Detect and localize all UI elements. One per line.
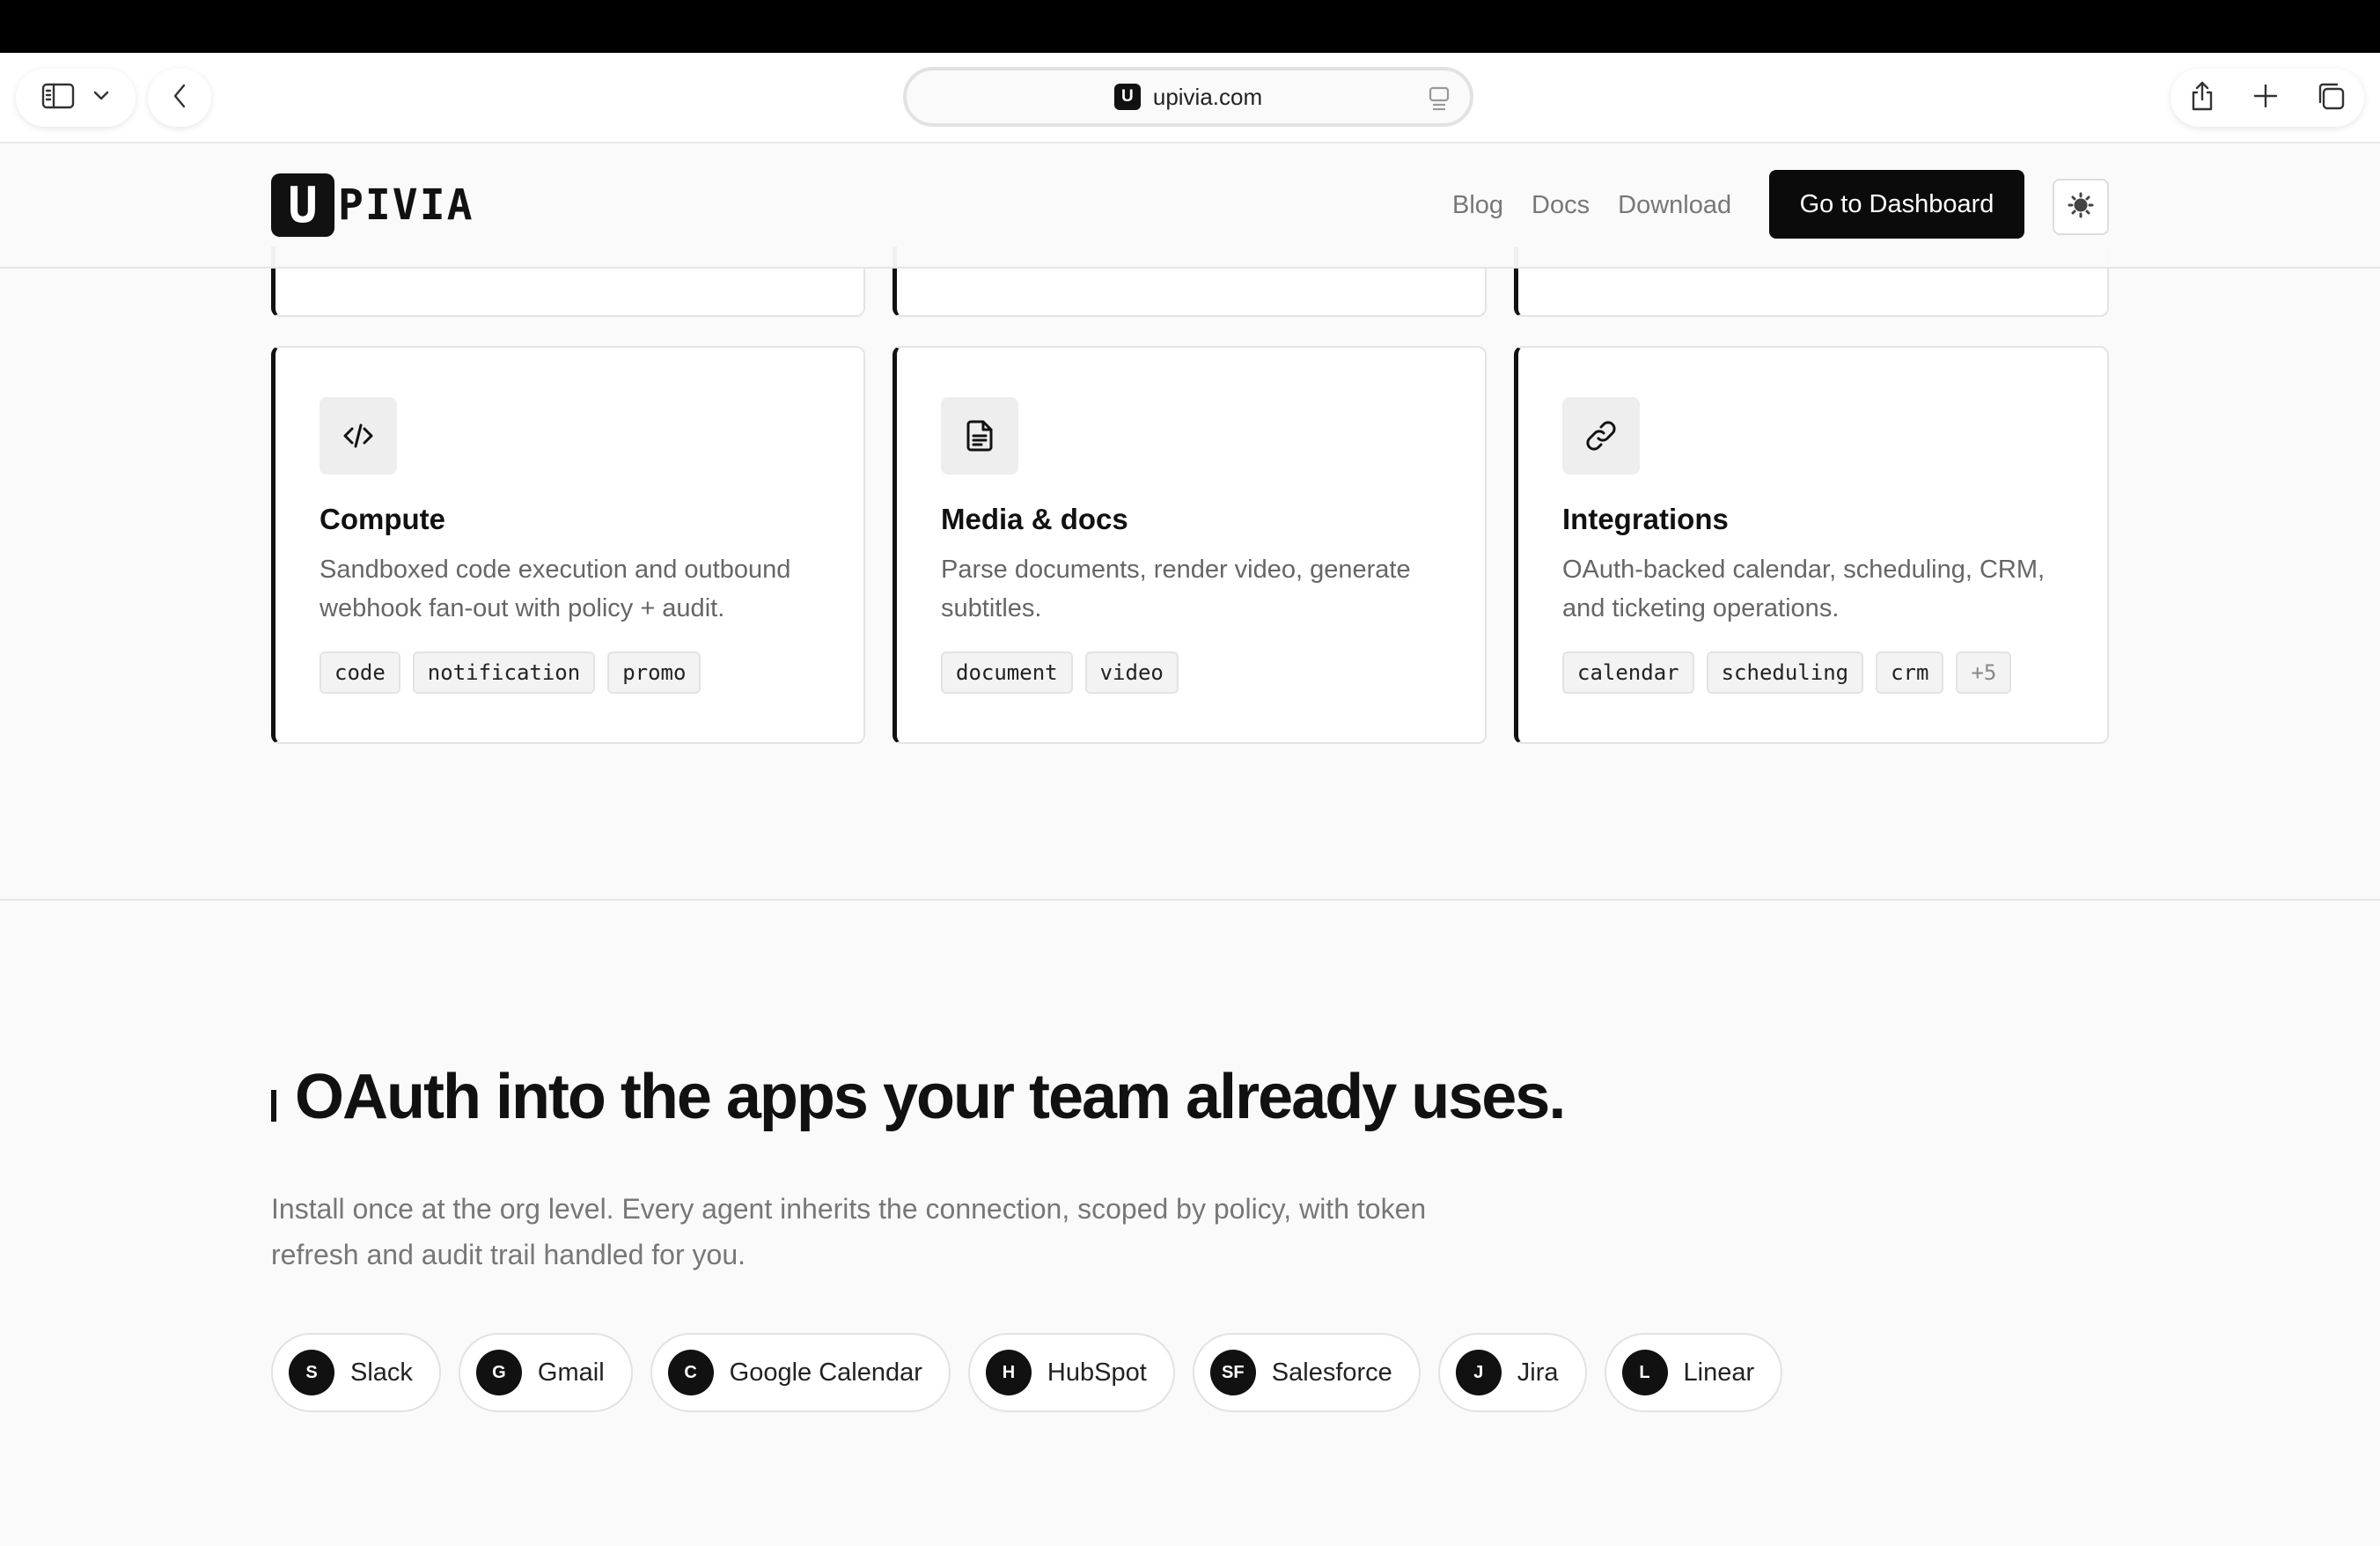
site-logo[interactable]: U PIVIA <box>271 173 474 237</box>
system-top-bar <box>0 0 2380 53</box>
app-badge: G <box>475 1350 522 1395</box>
card-title: Media & docs <box>941 503 1128 535</box>
new-tab-icon[interactable] <box>2252 83 2279 114</box>
tag: promo <box>607 652 702 694</box>
app-name: Google Calendar <box>729 1358 922 1387</box>
app-name: HubSpot <box>1047 1358 1147 1387</box>
site-header: U PIVIA Blog Docs Download Go to Dashboa… <box>0 145 2380 269</box>
card-integrations[interactable]: Integrations OAuth-backed calendar, sche… <box>1514 346 2109 744</box>
card-title: Compute <box>320 503 445 535</box>
card-compute[interactable]: Compute Sandboxed code execution and out… <box>271 346 865 744</box>
card-media-docs[interactable]: Media & docs Parse documents, render vid… <box>892 346 1487 744</box>
reader-mode-icon[interactable] <box>1428 86 1451 115</box>
app-badge: H <box>985 1350 1032 1395</box>
app-chip-gmail[interactable]: G Gmail <box>458 1333 633 1412</box>
section-heading: OAuth into the apps your team already us… <box>295 1062 1566 1132</box>
chevron-down-icon[interactable] <box>92 90 110 107</box>
address-bar[interactable]: U upivia.com <box>903 67 1473 127</box>
app-name: Linear <box>1683 1358 1755 1387</box>
nav-link-blog[interactable]: Blog <box>1452 191 1503 220</box>
typing-cursor <box>271 1090 276 1122</box>
chevron-left-icon <box>172 83 187 114</box>
app-chip-jira[interactable]: J Jira <box>1437 1333 1587 1412</box>
app-chip-slack[interactable]: S Slack <box>271 1333 441 1412</box>
app-name: Salesforce <box>1271 1358 1392 1387</box>
nav-link-download[interactable]: Download <box>1618 191 1731 220</box>
card-title: Integrations <box>1562 503 1729 535</box>
tag: notification <box>412 652 596 694</box>
section-divider <box>0 899 2380 901</box>
tag: calendar <box>1562 652 1694 694</box>
tabs-overview-icon[interactable] <box>2316 81 2346 115</box>
card-description: Sandboxed code execution and outbound we… <box>320 556 791 622</box>
back-button[interactable] <box>148 69 211 127</box>
tag: crm <box>1876 652 1944 694</box>
card-description: Parse documents, render video, generate … <box>941 556 1411 622</box>
tag: document <box>941 652 1073 694</box>
app-name: Slack <box>350 1358 413 1387</box>
sun-icon <box>2068 192 2094 223</box>
app-integration-list: S Slack G Gmail C Google Calendar H HubS… <box>271 1333 1783 1412</box>
go-to-dashboard-button[interactable]: Go to Dashboard <box>1769 170 2024 239</box>
app-badge: SF <box>1209 1350 1256 1395</box>
app-name: Gmail <box>537 1358 605 1387</box>
nav-link-docs[interactable]: Docs <box>1532 191 1590 220</box>
link-icon <box>1562 397 1640 475</box>
app-badge: C <box>667 1350 714 1395</box>
tag: video <box>1084 652 1179 694</box>
sidebar-icon <box>41 83 75 114</box>
theme-toggle-button[interactable] <box>2053 179 2109 235</box>
document-icon <box>941 397 1018 475</box>
code-icon <box>320 397 397 475</box>
logo-mark: U <box>271 173 334 237</box>
tag: scheduling <box>1706 652 1864 694</box>
app-badge: S <box>289 1350 334 1395</box>
app-chip-salesforce[interactable]: SF Salesforce <box>1192 1333 1421 1412</box>
app-chip-google-calendar[interactable]: C Google Calendar <box>650 1333 951 1412</box>
app-badge: J <box>1455 1350 1502 1395</box>
card-description: OAuth-backed calendar, scheduling, CRM, … <box>1562 556 2046 622</box>
tag-list: calendar scheduling crm +5 <box>1562 652 2012 694</box>
app-chip-linear[interactable]: L Linear <box>1604 1333 1783 1412</box>
tag: code <box>320 652 400 694</box>
url-text: upivia.com <box>1152 83 1263 110</box>
share-icon[interactable] <box>2189 80 2215 116</box>
tag-list: code notification promo <box>320 652 702 694</box>
section-subtext: Install once at the org level. Every age… <box>271 1193 1427 1270</box>
tag-list: document video <box>941 652 1179 694</box>
site-favicon: U <box>1113 84 1141 110</box>
browser-toolbar: U upivia.com <box>0 53 2380 144</box>
app-name: Jira <box>1517 1358 1559 1387</box>
sidebar-toggle-button[interactable] <box>16 69 136 127</box>
app-badge: L <box>1621 1350 1668 1395</box>
browser-actions-group <box>2171 69 2364 127</box>
nav-links: Blog Docs Download <box>1452 191 1731 220</box>
app-chip-hubspot[interactable]: H HubSpot <box>967 1333 1175 1412</box>
logo-wordmark: PIVIA <box>338 180 474 230</box>
tag-more-count[interactable]: +5 <box>1956 652 2012 694</box>
